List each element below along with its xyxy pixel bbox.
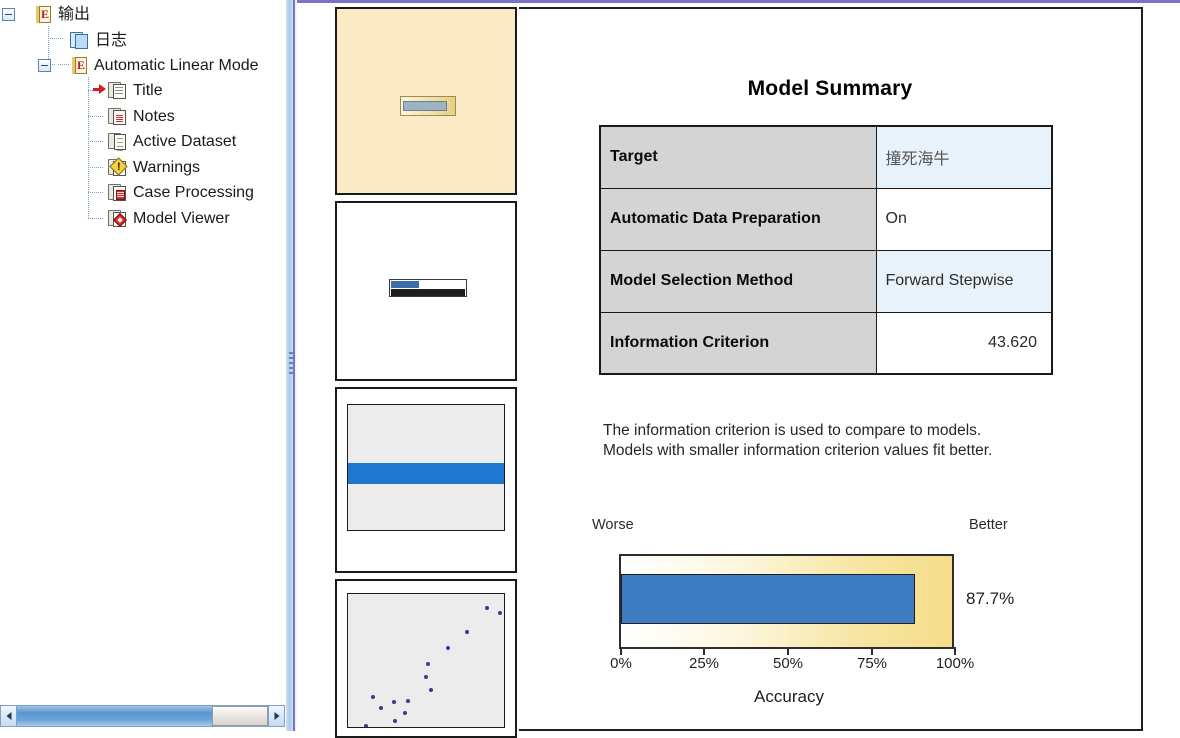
scrollbar-thumb[interactable] xyxy=(212,706,268,726)
tree-node-label: 日志 xyxy=(95,31,128,49)
pane-splitter[interactable] xyxy=(286,0,297,731)
tree-connector xyxy=(88,141,104,142)
table-row: Information Criterion 43.620 xyxy=(599,311,1053,375)
tree-node-label: 输出 xyxy=(58,5,91,23)
title-icon xyxy=(108,81,128,100)
output-content-pane[interactable]: Model Summary Target 撞死海牛 Automatic Data… xyxy=(519,7,1143,731)
mini-table-preview xyxy=(389,279,467,297)
scroll-left-arrow-icon[interactable] xyxy=(0,705,17,727)
row-value: 43.620 xyxy=(875,311,1053,375)
dataset-icon xyxy=(108,132,128,151)
thumbnail-table[interactable] xyxy=(335,201,517,381)
information-criterion-note: The information criterion is used to com… xyxy=(603,422,993,459)
tree-node-output[interactable]: E 输出 xyxy=(2,2,90,27)
row-value: On xyxy=(875,187,1053,251)
tree-expander-automatic-linear-models[interactable] xyxy=(38,59,51,72)
tree-node-case-processing[interactable]: Case Processing xyxy=(108,180,254,205)
axis-tick-label: 50% xyxy=(772,655,804,672)
row-value: 撞死海牛 xyxy=(875,125,1053,189)
tree-node-label: Automatic Linear Mode xyxy=(94,56,259,74)
output-icon: E xyxy=(34,5,53,24)
gauge-better-label: Better xyxy=(969,517,1008,533)
accuracy-value-label: 87.7% xyxy=(966,589,1015,608)
tree-connector xyxy=(48,38,64,39)
tree-connector xyxy=(88,218,104,219)
page-title: Model Summary xyxy=(747,77,913,100)
thumbnail-strip[interactable] xyxy=(335,7,517,738)
tree-connector xyxy=(88,116,104,117)
row-label: Information Criterion xyxy=(599,311,877,375)
gauge-worse-label: Worse xyxy=(592,517,634,533)
tree-connector xyxy=(88,167,104,168)
tree-node-label: Active Dataset xyxy=(133,132,237,150)
tree-node-warnings[interactable]: ! Warnings xyxy=(108,155,200,180)
table-row: Target 撞死海牛 xyxy=(599,125,1053,189)
output-icon: E xyxy=(70,56,89,75)
mini-bar-preview xyxy=(347,404,505,531)
notes-icon xyxy=(108,107,128,126)
row-label: Automatic Data Preparation xyxy=(599,187,877,251)
tree-node-label: Case Processing xyxy=(133,183,254,201)
tree-node-label: Warnings xyxy=(133,158,200,176)
tree-node-label: Model Viewer xyxy=(133,209,230,227)
tree-expander-output[interactable] xyxy=(2,8,15,21)
log-icon xyxy=(70,31,90,50)
scroll-right-arrow-icon[interactable] xyxy=(268,705,285,727)
mini-scatter-preview xyxy=(347,593,505,728)
mini-gauge-preview xyxy=(400,96,456,116)
tree-node-notes[interactable]: Notes xyxy=(108,104,175,129)
gauge-axis-title: Accuracy xyxy=(754,687,824,706)
window-top-border xyxy=(297,0,1180,3)
case-processing-icon xyxy=(108,183,128,202)
row-value: Forward Stepwise xyxy=(875,249,1053,313)
thumbnail-model-summary[interactable] xyxy=(335,7,517,195)
model-summary-table: Target 撞死海牛 Automatic Data Preparation O… xyxy=(599,125,1053,375)
tree-node-label: Notes xyxy=(133,107,175,125)
tree-node-model-viewer[interactable]: Model Viewer xyxy=(108,206,230,231)
tree-node-active-dataset[interactable]: Active Dataset xyxy=(108,129,236,154)
scrollbar-track[interactable] xyxy=(17,705,268,727)
axis-tick-label: 0% xyxy=(610,655,632,672)
warning-icon: ! xyxy=(108,157,128,177)
table-row: Automatic Data Preparation On xyxy=(599,187,1053,251)
tree-connector xyxy=(88,192,104,193)
tree-node-log[interactable]: 日志 xyxy=(70,28,127,53)
accuracy-gauge-chart: Worse Better 87.7% 0% 25% 50% 75% 100% A… xyxy=(579,517,1029,717)
tree-node-title[interactable]: Title xyxy=(108,78,163,103)
axis-tick-label: 75% xyxy=(856,655,888,672)
axis-tick-label: 25% xyxy=(688,655,720,672)
thumbnail-bar-chart[interactable] xyxy=(335,387,517,573)
output-navigator-pane[interactable]: E 输出 日志 E Automatic Linear Mode Title No… xyxy=(0,0,288,703)
horizontal-scrollbar[interactable] xyxy=(0,705,285,727)
tree-node-label: Title xyxy=(133,81,163,99)
tree-node-automatic-linear-models[interactable]: E Automatic Linear Mode xyxy=(38,53,259,78)
axis-tick-label: 100% xyxy=(935,655,975,672)
model-viewer-icon xyxy=(108,209,128,228)
table-row: Model Selection Method Forward Stepwise xyxy=(599,249,1053,313)
row-label: Target xyxy=(599,125,877,189)
thumbnail-scatter-plot[interactable] xyxy=(335,579,517,738)
accuracy-bar xyxy=(621,574,915,624)
tree-connector xyxy=(88,77,89,219)
row-label: Model Selection Method xyxy=(599,249,877,313)
splitter-edge xyxy=(293,0,295,731)
